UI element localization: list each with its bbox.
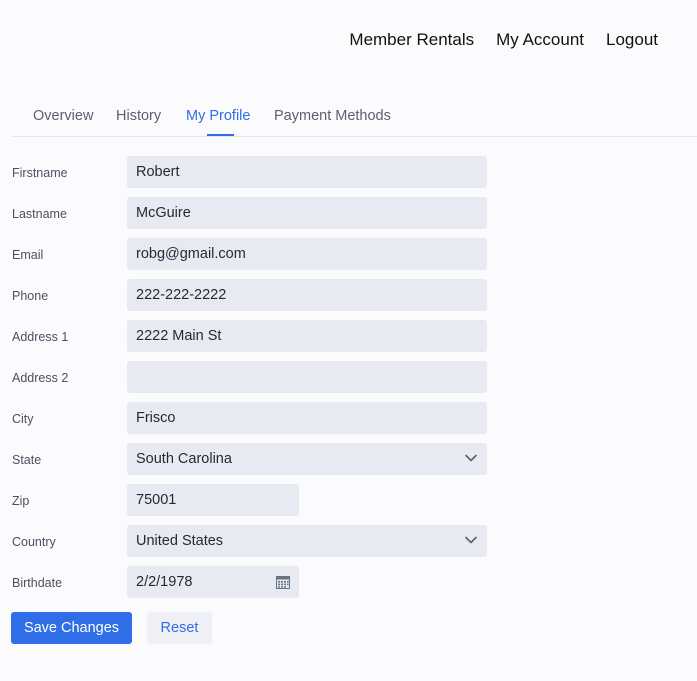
zip-field[interactable] bbox=[127, 484, 299, 516]
state-select-value: South Carolina bbox=[136, 451, 232, 467]
country-select-value: United States bbox=[136, 533, 224, 549]
address1-field[interactable] bbox=[127, 320, 487, 352]
city-row: City bbox=[0, 402, 500, 434]
address2-row: Address 2 bbox=[0, 361, 500, 393]
active-tab-indicator bbox=[207, 134, 234, 136]
lastname-label: Lastname bbox=[12, 207, 67, 221]
tab-my-profile[interactable]: My Profile bbox=[186, 108, 250, 124]
phone-label: Phone bbox=[12, 289, 49, 303]
logout-link[interactable]: Logout bbox=[606, 30, 658, 50]
birthdate-value: 2/2/1978 bbox=[136, 574, 193, 590]
profile-tabs: Overview History My Profile Payment Meth… bbox=[11, 100, 697, 137]
address1-row: Address 1 bbox=[0, 320, 500, 352]
tab-payment-methods[interactable]: Payment Methods bbox=[274, 108, 391, 124]
phone-field[interactable] bbox=[127, 279, 487, 311]
reset-button[interactable]: Reset bbox=[147, 612, 212, 644]
my-account-link[interactable]: My Account bbox=[496, 30, 584, 50]
firstname-row: Firstname bbox=[0, 156, 500, 188]
phone-row: Phone bbox=[0, 279, 500, 311]
address2-field[interactable] bbox=[127, 361, 487, 393]
firstname-field[interactable] bbox=[127, 156, 487, 188]
firstname-label: Firstname bbox=[12, 166, 68, 180]
country-select[interactable]: United States bbox=[127, 525, 487, 557]
country-row: Country United States bbox=[0, 525, 500, 557]
address2-label: Address 2 bbox=[12, 371, 69, 385]
top-navigation: Member Rentals My Account Logout bbox=[349, 30, 658, 50]
birthdate-row: Birthdate 2/2/1978 bbox=[0, 566, 500, 598]
address1-label: Address 1 bbox=[12, 330, 69, 344]
save-changes-button[interactable]: Save Changes bbox=[11, 612, 132, 644]
email-field[interactable] bbox=[127, 238, 487, 270]
email-label: Email bbox=[12, 248, 44, 262]
member-rentals-link[interactable]: Member Rentals bbox=[349, 30, 474, 50]
state-row: State South Carolina bbox=[0, 443, 500, 475]
tab-history[interactable]: History bbox=[116, 108, 161, 124]
state-label: State bbox=[12, 453, 42, 467]
chevron-down-icon bbox=[465, 454, 477, 462]
email-row: Email bbox=[0, 238, 500, 270]
country-label: Country bbox=[12, 535, 56, 549]
city-field[interactable] bbox=[127, 402, 487, 434]
zip-label: Zip bbox=[12, 494, 30, 508]
birthdate-label: Birthdate bbox=[12, 576, 63, 590]
state-select[interactable]: South Carolina bbox=[127, 443, 487, 475]
zip-row: Zip bbox=[0, 484, 500, 516]
birthdate-field[interactable]: 2/2/1978 bbox=[127, 566, 299, 598]
lastname-row: Lastname bbox=[0, 197, 500, 229]
lastname-field[interactable] bbox=[127, 197, 487, 229]
tab-overview[interactable]: Overview bbox=[33, 108, 93, 124]
calendar-icon[interactable] bbox=[276, 575, 290, 589]
city-label: City bbox=[12, 412, 34, 426]
chevron-down-icon bbox=[465, 536, 477, 544]
